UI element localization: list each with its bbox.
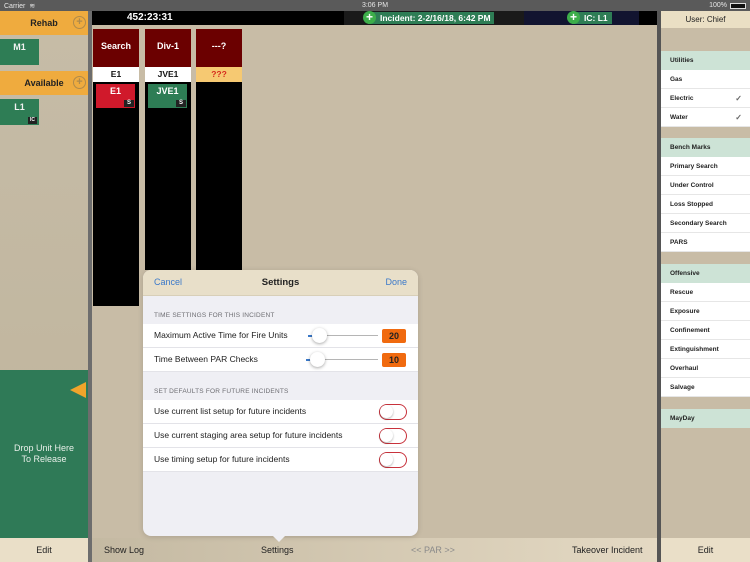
bottom-toolbar: Show Log Settings << PAR >> Takeover Inc… xyxy=(92,538,657,562)
popover-nav-bar: Cancel Settings Done xyxy=(143,270,418,296)
takeover-incident-button[interactable]: Takeover Incident xyxy=(572,538,643,562)
section-bench-marks: Bench Marks xyxy=(661,138,750,157)
add-unit-plus-icon[interactable]: + xyxy=(73,76,86,89)
battery-icon xyxy=(730,2,746,9)
ic-badge: IC xyxy=(28,117,37,124)
incident-info-button[interactable]: + Incident: 2-2/16/18, 6:42 PM xyxy=(363,11,494,24)
status-badge: S xyxy=(175,100,186,107)
checklist-item-electric[interactable]: Electric ✓ xyxy=(661,89,750,108)
group-header-available[interactable]: Available + xyxy=(0,71,88,95)
division-assigned: JVE1 xyxy=(145,67,191,82)
staging-setup-toggle[interactable] xyxy=(379,428,407,444)
checklist-item-water[interactable]: Water ✓ xyxy=(661,108,750,127)
checklist-item-loss-stopped[interactable]: Loss Stopped xyxy=(661,195,750,214)
unit-tile-m1[interactable]: M1 xyxy=(0,39,39,65)
checklist-item-primary-search[interactable]: Primary Search xyxy=(661,157,750,176)
battery-indicator: 100% xyxy=(709,2,746,9)
par-interval-row: Time Between PAR Checks 10 xyxy=(143,348,418,372)
user-label[interactable]: User: Chief xyxy=(661,11,750,28)
status-badge: S xyxy=(123,100,134,107)
collapse-arrow-icon[interactable] xyxy=(70,382,86,398)
division-body[interactable]: JVE1 S xyxy=(145,82,191,270)
division-assigned: E1 xyxy=(93,67,139,82)
list-setup-toggle[interactable] xyxy=(379,404,407,420)
popover-arrow xyxy=(272,535,286,542)
checklist-item-exposure[interactable]: Exposure xyxy=(661,302,750,321)
status-bar: Carrier ≋ 3:06 PM 100% xyxy=(0,0,750,11)
division-body[interactable]: E1 S xyxy=(93,82,139,306)
division-assigned: ??? xyxy=(196,67,242,82)
unit-card-e1[interactable]: E1 S xyxy=(96,84,135,108)
section-utilities: Utilities xyxy=(661,51,750,70)
battery-percent: 100% xyxy=(709,2,727,9)
release-text-line2: To Release xyxy=(21,454,67,464)
popover-title: Settings xyxy=(261,277,300,288)
max-active-time-slider-thumb[interactable] xyxy=(311,328,327,343)
show-log-button[interactable]: Show Log xyxy=(104,538,144,562)
checklist-item-rescue[interactable]: Rescue xyxy=(661,283,750,302)
par-interval-slider-thumb[interactable] xyxy=(309,352,325,367)
toggle-row-list-setup: Use current list setup for future incide… xyxy=(143,400,418,424)
settings-popover: Cancel Settings Done TIME SETTINGS FOR T… xyxy=(143,270,418,536)
division-header[interactable]: ---? xyxy=(196,29,242,67)
section-header-time-settings: TIME SETTINGS FOR THIS INCIDENT xyxy=(154,312,275,319)
add-unit-plus-icon[interactable]: + xyxy=(73,16,86,29)
max-active-time-row: Maximum Active Time for Fire Units 20 xyxy=(143,324,418,348)
toggle-row-timing-setup: Use timing setup for future incidents xyxy=(143,448,418,472)
checklist-item-confinement[interactable]: Confinement xyxy=(661,321,750,340)
section-header-defaults: SET DEFAULTS FOR FUTURE INCIDENTS xyxy=(154,388,289,395)
status-time: 3:06 PM xyxy=(361,2,389,9)
done-button[interactable]: Done xyxy=(385,277,407,287)
elapsed-timer: 452:23:31 xyxy=(127,12,173,23)
green-plus-icon: + xyxy=(363,11,376,24)
incident-commander-button[interactable]: + IC: L1 xyxy=(567,11,612,24)
max-active-time-value: 20 xyxy=(382,329,406,343)
release-text-line1: Drop Unit Here xyxy=(13,443,75,453)
unit-tile-l1[interactable]: L1 IC xyxy=(0,99,39,125)
left-edit-button[interactable]: Edit xyxy=(0,538,88,562)
checklist-item-extinguishment[interactable]: Extinguishment xyxy=(661,340,750,359)
division-column-div-1[interactable]: Div-1 JVE1 JVE1 S xyxy=(145,29,191,270)
par-interval-value: 10 xyxy=(382,353,406,367)
green-plus-icon: + xyxy=(567,11,580,24)
checklist-item-salvage[interactable]: Salvage xyxy=(661,378,750,397)
left-divider xyxy=(88,11,92,562)
toggle-row-staging-setup: Use current staging area setup for futur… xyxy=(143,424,418,448)
section-mayday[interactable]: MayDay xyxy=(661,409,750,428)
unit-card-jve1[interactable]: JVE1 S xyxy=(148,84,187,108)
checklist-item-pars[interactable]: PARS xyxy=(661,233,750,252)
checklist-item-under-control[interactable]: Under Control xyxy=(661,176,750,195)
checklist-item-gas[interactable]: Gas xyxy=(661,70,750,89)
checkmark-icon: ✓ xyxy=(735,113,742,122)
incident-top-bar: 452:23:31 + Incident: 2-2/16/18, 6:42 PM… xyxy=(92,11,657,25)
right-edit-button[interactable]: Edit xyxy=(661,538,750,562)
division-column-search[interactable]: Search E1 E1 S xyxy=(93,29,139,306)
division-header[interactable]: Div-1 xyxy=(145,29,191,67)
division-body[interactable] xyxy=(196,82,242,270)
checklist-item-overhaul[interactable]: Overhaul xyxy=(661,359,750,378)
division-header[interactable]: Search xyxy=(93,29,139,67)
group-header-rehab[interactable]: Rehab + xyxy=(0,11,88,35)
checkmark-icon: ✓ xyxy=(735,94,742,103)
timing-setup-toggle[interactable] xyxy=(379,452,407,468)
par-navigation-button[interactable]: << PAR >> xyxy=(411,538,455,562)
section-offensive: Offensive xyxy=(661,264,750,283)
release-drop-zone[interactable]: Drop Unit Here To Release xyxy=(0,370,88,538)
checklist-item-secondary-search[interactable]: Secondary Search xyxy=(661,214,750,233)
division-column-unassigned[interactable]: ---? ??? xyxy=(196,29,242,270)
